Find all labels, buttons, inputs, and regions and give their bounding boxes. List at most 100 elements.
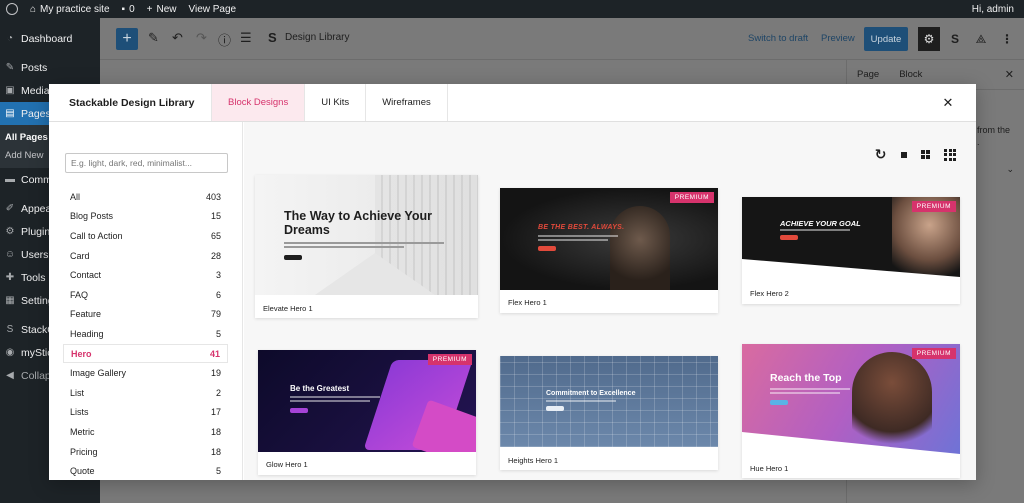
design-card-label: Heights Hero 1 (508, 456, 559, 465)
tab-block-designs[interactable]: Block Designs (211, 84, 306, 121)
switch-to-draft-button[interactable]: Switch to draft (748, 33, 808, 44)
update-button[interactable]: Update (864, 27, 908, 51)
comment-bubble-icon: ▪ (121, 3, 126, 15)
two-column-view-icon[interactable] (920, 149, 930, 160)
category-count: 3 (215, 270, 221, 281)
category-name: Card (70, 250, 90, 261)
close-panel-icon[interactable]: ✕ (1005, 68, 1014, 81)
design-card-flex-hero-1[interactable]: BE THE BEST. ALWAYS. PREMIUM Flex Hero 1 (500, 188, 718, 313)
sidebar-item-label: myStic (21, 346, 53, 359)
category-hero[interactable]: Hero 41 (63, 343, 228, 364)
sidebar-item-label: Plugin (21, 225, 51, 238)
sidebar-item-label: Posts (21, 61, 48, 74)
design-card-hue-hero-1[interactable]: Reach the Top PREMIUM Hue Hero 1 (742, 344, 960, 478)
thumbnail-headline: BE THE BEST. ALWAYS. (538, 224, 625, 231)
undo-icon[interactable]: ↶ (172, 30, 183, 46)
media-icon: ▣ (5, 85, 15, 96)
pages-icon: ▤ (5, 108, 15, 119)
sidebar-item-posts[interactable]: ✎ Posts (0, 56, 100, 79)
category-pricing[interactable]: Pricing 18 (63, 442, 228, 462)
category-count: 65 (210, 230, 221, 241)
stackable-settings-icon[interactable]: S (944, 27, 966, 51)
design-card-flex-hero-2[interactable]: ACHIEVE YOUR GOAL PREMIUM Flex Hero 2 (742, 197, 960, 304)
single-column-view-icon[interactable] (900, 149, 907, 161)
redo-icon[interactable]: ↷ (196, 30, 207, 46)
plugin-icon: ⚙ (5, 226, 15, 237)
tab-wireframes[interactable]: Wireframes (366, 84, 448, 121)
sidebar-item-label: Pages (21, 107, 51, 120)
list-view-icon[interactable]: ☰ (240, 30, 252, 46)
premium-badge: PREMIUM (911, 348, 956, 359)
design-card-label: Glow Hero 1 (266, 460, 308, 469)
thumbnail-headline: ACHIEVE YOUR GOAL (780, 219, 861, 228)
more-options-icon[interactable]: ⋮ (996, 27, 1018, 51)
thumbnail-headline: Reach the Top (770, 372, 842, 384)
three-column-view-icon[interactable] (944, 148, 956, 161)
premium-badge: PREMIUM (911, 201, 956, 212)
category-faq[interactable]: FAQ 6 (63, 285, 228, 305)
design-thumbnail: BE THE BEST. ALWAYS. PREMIUM (500, 188, 718, 290)
site-name-link[interactable]: ⌂ My practice site (30, 4, 110, 15)
mystick-icon: ◉ (5, 347, 15, 358)
refresh-icon[interactable]: ↻ (875, 146, 887, 163)
category-card[interactable]: Card 28 (63, 246, 228, 266)
wordpress-logo-icon[interactable] (6, 3, 18, 15)
category-count: 28 (210, 250, 221, 261)
category-name: All (70, 191, 81, 202)
home-icon: ⌂ (30, 3, 37, 15)
category-call-to-action[interactable]: Call to Action 65 (63, 226, 228, 246)
category-count: 5 (215, 328, 221, 339)
design-card-label: Elevate Hero 1 (263, 304, 313, 313)
info-icon[interactable]: ⓘ (218, 30, 231, 49)
sidebar-item-dashboard[interactable]: ◔ Dashboard (0, 27, 100, 50)
category-feature[interactable]: Feature 79 (63, 305, 228, 325)
category-blog-posts[interactable]: Blog Posts 15 (63, 207, 228, 227)
view-tools: ↻ (875, 146, 956, 163)
comments-count: 0 (129, 3, 135, 15)
tab-block[interactable]: Block (899, 69, 922, 80)
new-content-link[interactable]: + New (147, 4, 177, 15)
panel-peek-line-1: from the (977, 125, 1011, 135)
add-block-button[interactable]: + (116, 28, 138, 50)
category-metric[interactable]: Metric 18 (63, 422, 228, 442)
category-name: Call to Action (70, 230, 123, 241)
settings-gear-icon[interactable]: ⚙ (918, 27, 940, 51)
design-library-button[interactable]: Design Library (285, 32, 349, 43)
category-count: 79 (210, 309, 221, 320)
comment-icon: ▬ (5, 174, 15, 185)
preview-button[interactable]: Preview (821, 33, 855, 44)
design-card-elevate-hero-1[interactable]: The Way to Achieve Your Dreams Elevate H… (255, 175, 478, 318)
category-name: Pricing (70, 446, 98, 457)
comments-link[interactable]: ▪ 0 (122, 4, 135, 15)
category-heading[interactable]: Heading 5 (63, 324, 228, 344)
wrench-icon: ✚ (5, 272, 15, 283)
tab-page[interactable]: Page (857, 69, 879, 80)
tab-ui-kits[interactable]: UI Kits (305, 84, 367, 121)
design-search-input[interactable] (65, 153, 228, 173)
premium-badge: PREMIUM (427, 354, 472, 365)
view-page-link[interactable]: View Page (188, 4, 236, 15)
panel-peek-line-2: . (977, 137, 980, 147)
category-contact[interactable]: Contact 3 (63, 265, 228, 285)
category-list[interactable]: List 2 (63, 383, 228, 403)
category-count: 5 (215, 466, 221, 477)
category-image-gallery[interactable]: Image Gallery 19 (63, 363, 228, 383)
category-quote[interactable]: Quote 5 (63, 461, 228, 480)
plugin-toolbar-icon[interactable]: ⟁ (970, 27, 992, 51)
modal-close-icon[interactable]: ✕ (920, 84, 976, 121)
modal-title: Stackable Design Library (69, 96, 195, 109)
category-lists[interactable]: Lists 17 (63, 403, 228, 423)
editor-toolbar: + ✎ ↶ ↷ ⓘ ☰ S Design Library Switch to d… (100, 18, 1024, 60)
design-card-label: Hue Hero 1 (750, 464, 789, 473)
sidebar-item-label: Appea (21, 202, 52, 215)
pencil-icon[interactable]: ✎ (148, 30, 159, 46)
chevron-down-icon[interactable]: ⌄ (1006, 164, 1014, 175)
design-card-label: Flex Hero 2 (750, 289, 789, 298)
category-name: Metric (70, 426, 95, 437)
category-name: List (70, 387, 85, 398)
design-card-heights-hero-1[interactable]: Commitment to Excellence Heights Hero 1 (500, 356, 718, 470)
category-name: Image Gallery (70, 368, 127, 379)
account-greeting[interactable]: Hi, admin (972, 4, 1014, 15)
design-card-glow-hero-1[interactable]: Be the Greatest PREMIUM Glow Hero 1 (258, 350, 476, 475)
category-all[interactable]: All 403 (63, 187, 228, 207)
